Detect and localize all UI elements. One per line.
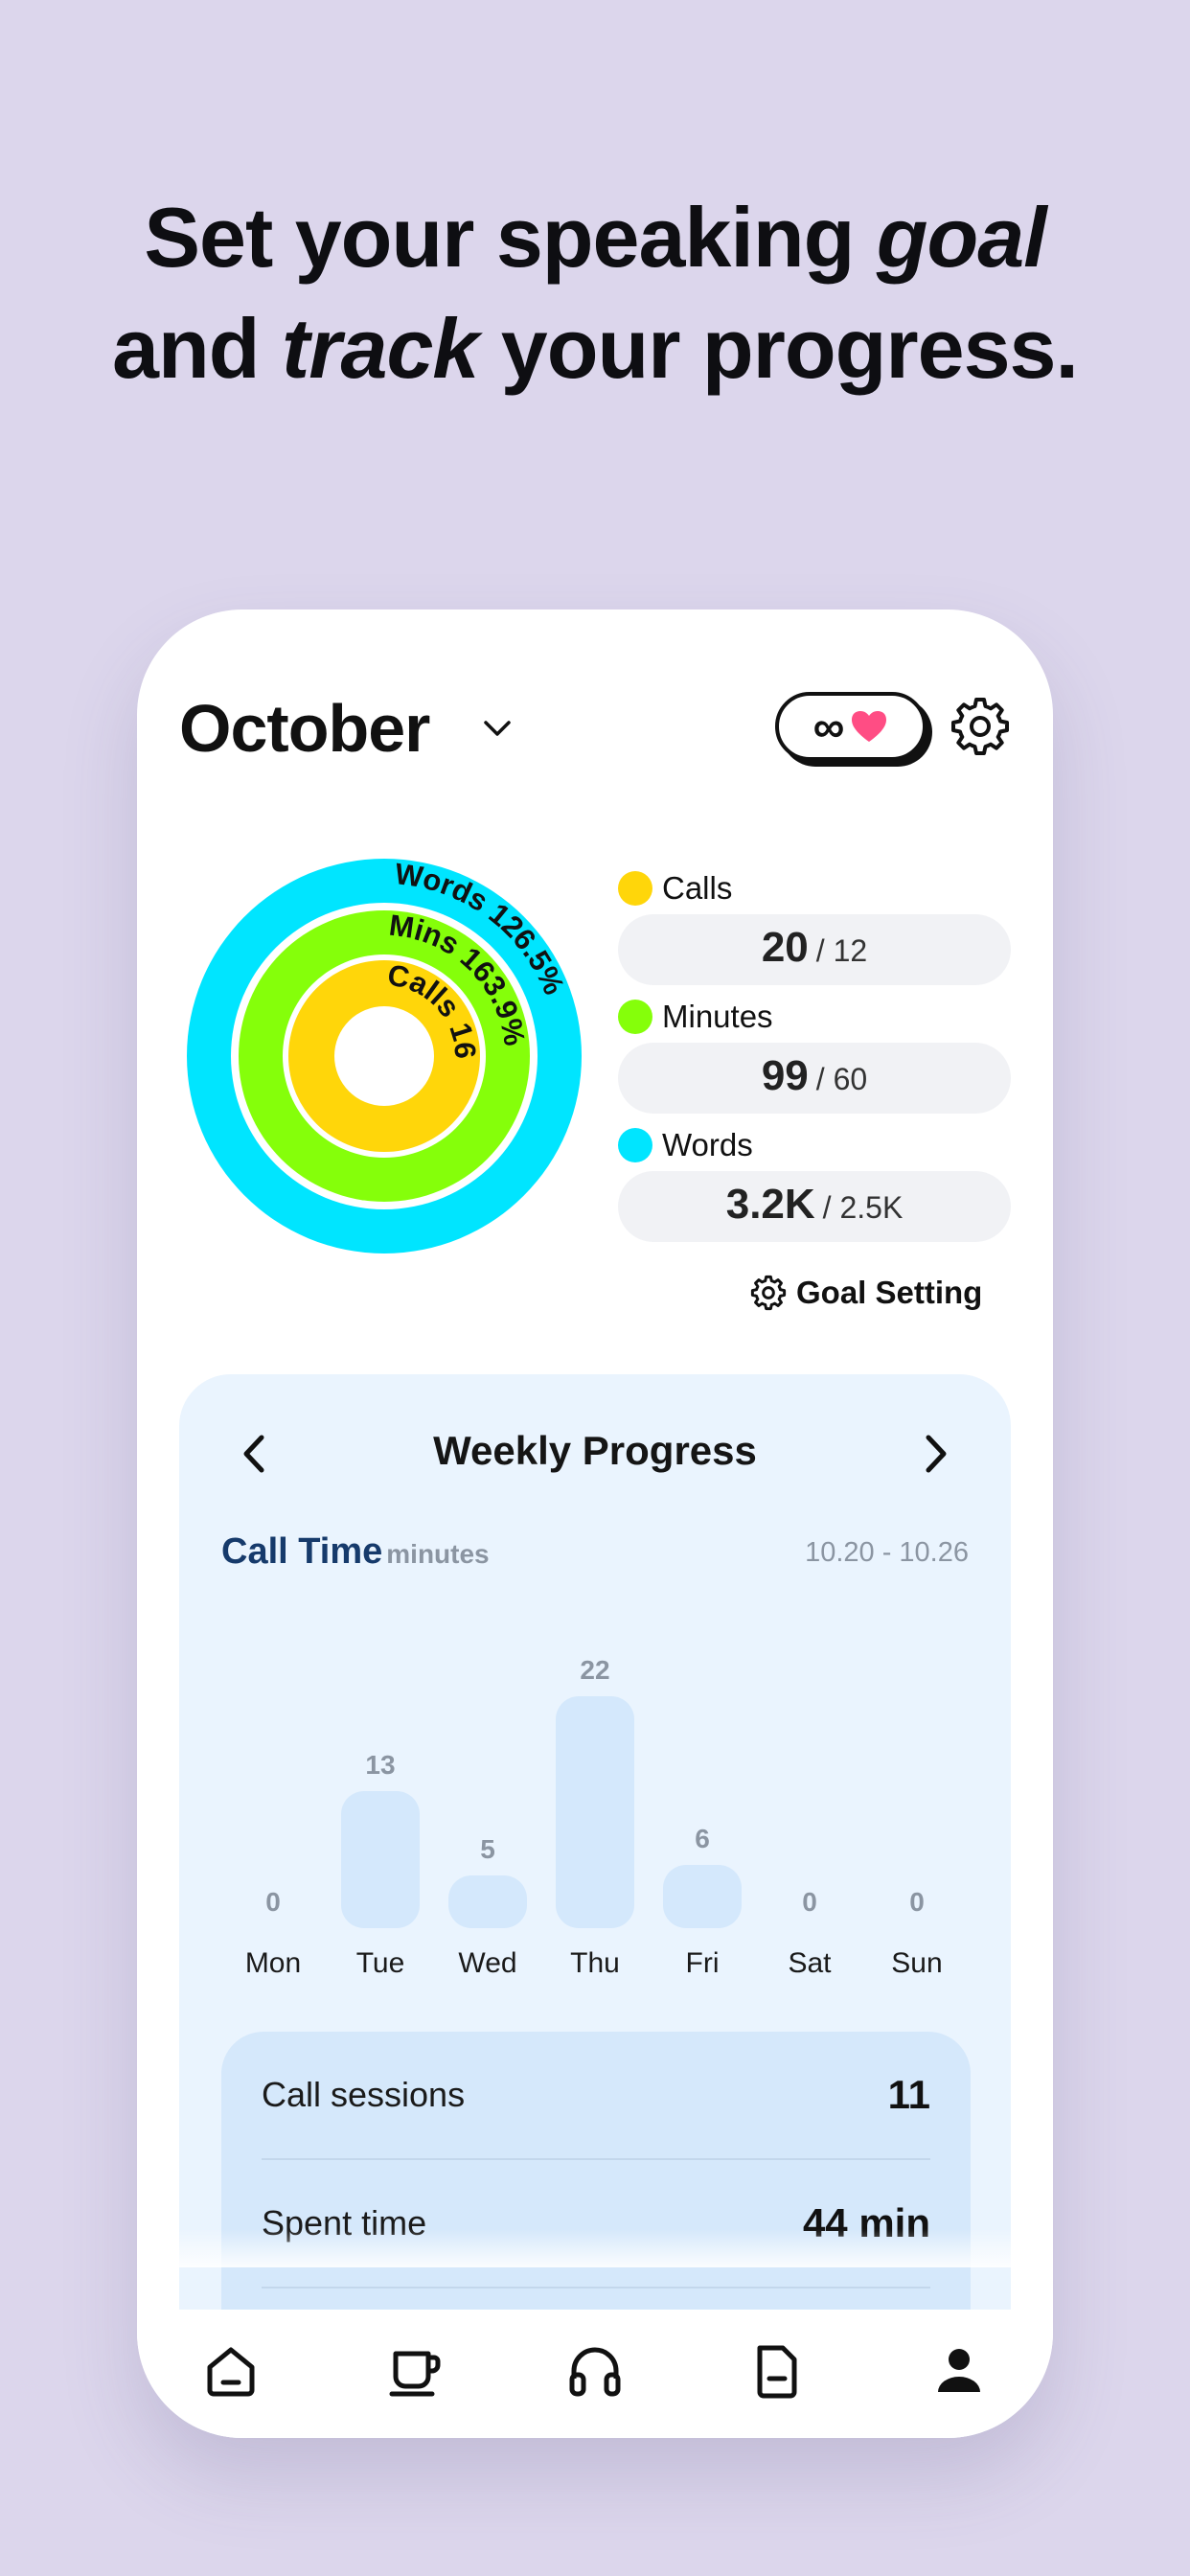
bar-value-label: 0 xyxy=(265,1887,281,1917)
premium-badge-button[interactable]: ∞ xyxy=(775,692,927,761)
summary-row: Spent time 44 min xyxy=(262,2160,930,2288)
goal-rings-chart: Words 126.5% Mins 163.9% Calls 166.7% xyxy=(187,859,582,1254)
settings-gear-icon[interactable] xyxy=(950,696,1011,757)
minutes-dot xyxy=(618,1000,652,1034)
calls-stat-label: Calls xyxy=(618,870,732,907)
goal-setting-label: Goal Setting xyxy=(796,1275,983,1310)
day-label-thu: Thu xyxy=(570,1947,620,1979)
summary-row: Call sessions 11 xyxy=(262,2032,930,2160)
document-icon[interactable] xyxy=(746,2340,808,2402)
calls-stat-box: 20 / 12 xyxy=(618,914,1011,985)
day-label-mon: Mon xyxy=(245,1947,301,1979)
bar-fri xyxy=(663,1865,742,1928)
calls-dot xyxy=(618,871,652,906)
day-label-sun: Sun xyxy=(891,1947,942,1979)
words-stat-label: Words xyxy=(618,1127,753,1163)
calls-value: 20 xyxy=(761,924,809,971)
bar-value-label: 0 xyxy=(802,1887,817,1917)
heart-icon xyxy=(852,711,887,742)
headline-line-1: Set your speaking goal xyxy=(144,190,1046,285)
headline-line-2: and track your progress. xyxy=(112,301,1079,396)
minutes-goal: / 60 xyxy=(815,1062,868,1096)
bar-value-label: 22 xyxy=(580,1655,609,1685)
words-stat-box: 3.2K / 2.5K xyxy=(618,1171,1011,1242)
home-icon[interactable] xyxy=(200,2340,262,2402)
headphones-icon[interactable] xyxy=(564,2340,626,2402)
headline: Set your speaking goal and track your pr… xyxy=(0,182,1190,404)
day-label-wed: Wed xyxy=(458,1947,516,1979)
bar-tue xyxy=(341,1791,420,1928)
gear-icon xyxy=(750,1275,787,1311)
words-dot xyxy=(618,1128,652,1162)
bar-value-label: 6 xyxy=(695,1824,710,1853)
infinity-icon: ∞ xyxy=(812,702,845,751)
chevron-down-icon[interactable] xyxy=(478,709,516,748)
words-value: 3.2K xyxy=(725,1181,815,1228)
bar-value-label: 13 xyxy=(365,1750,395,1780)
bar-value-label: 5 xyxy=(480,1834,495,1864)
minutes-stat-label: Minutes xyxy=(618,999,773,1035)
weekly-progress-card: Weekly Progress Call Time minutes 10.20 -… xyxy=(179,1374,1011,2438)
goal-setting-button[interactable]: Goal Setting xyxy=(750,1275,982,1311)
profile-icon[interactable] xyxy=(928,2340,990,2402)
month-title[interactable]: October xyxy=(179,690,430,767)
bar-wed xyxy=(448,1875,527,1928)
scroll-fade xyxy=(137,2229,1053,2267)
phone-screen: October ∞ Words 126.5% Mins 163.9% Calls… xyxy=(137,610,1053,2438)
minutes-value: 99 xyxy=(761,1052,809,1099)
coffee-cup-icon[interactable] xyxy=(384,2340,446,2402)
call-sessions-label: Call sessions xyxy=(262,2075,466,2114)
day-label-sat: Sat xyxy=(788,1947,832,1979)
tab-bar xyxy=(137,2310,1053,2438)
minutes-stat-box: 99 / 60 xyxy=(618,1043,1011,1114)
bar-value-label: 0 xyxy=(909,1887,925,1917)
day-label-tue: Tue xyxy=(356,1947,405,1979)
bar-thu xyxy=(556,1696,634,1928)
call-time-bar-chart: 0 Mon 13 Tue 5 Wed 22 Thu 6 Fri 0 Sat 0 Sun xyxy=(245,1655,943,1979)
calls-goal: / 12 xyxy=(815,933,868,968)
call-sessions-value: 11 xyxy=(887,2072,930,2117)
words-goal: / 2.5K xyxy=(822,1190,904,1225)
day-label-fri: Fri xyxy=(686,1947,720,1979)
